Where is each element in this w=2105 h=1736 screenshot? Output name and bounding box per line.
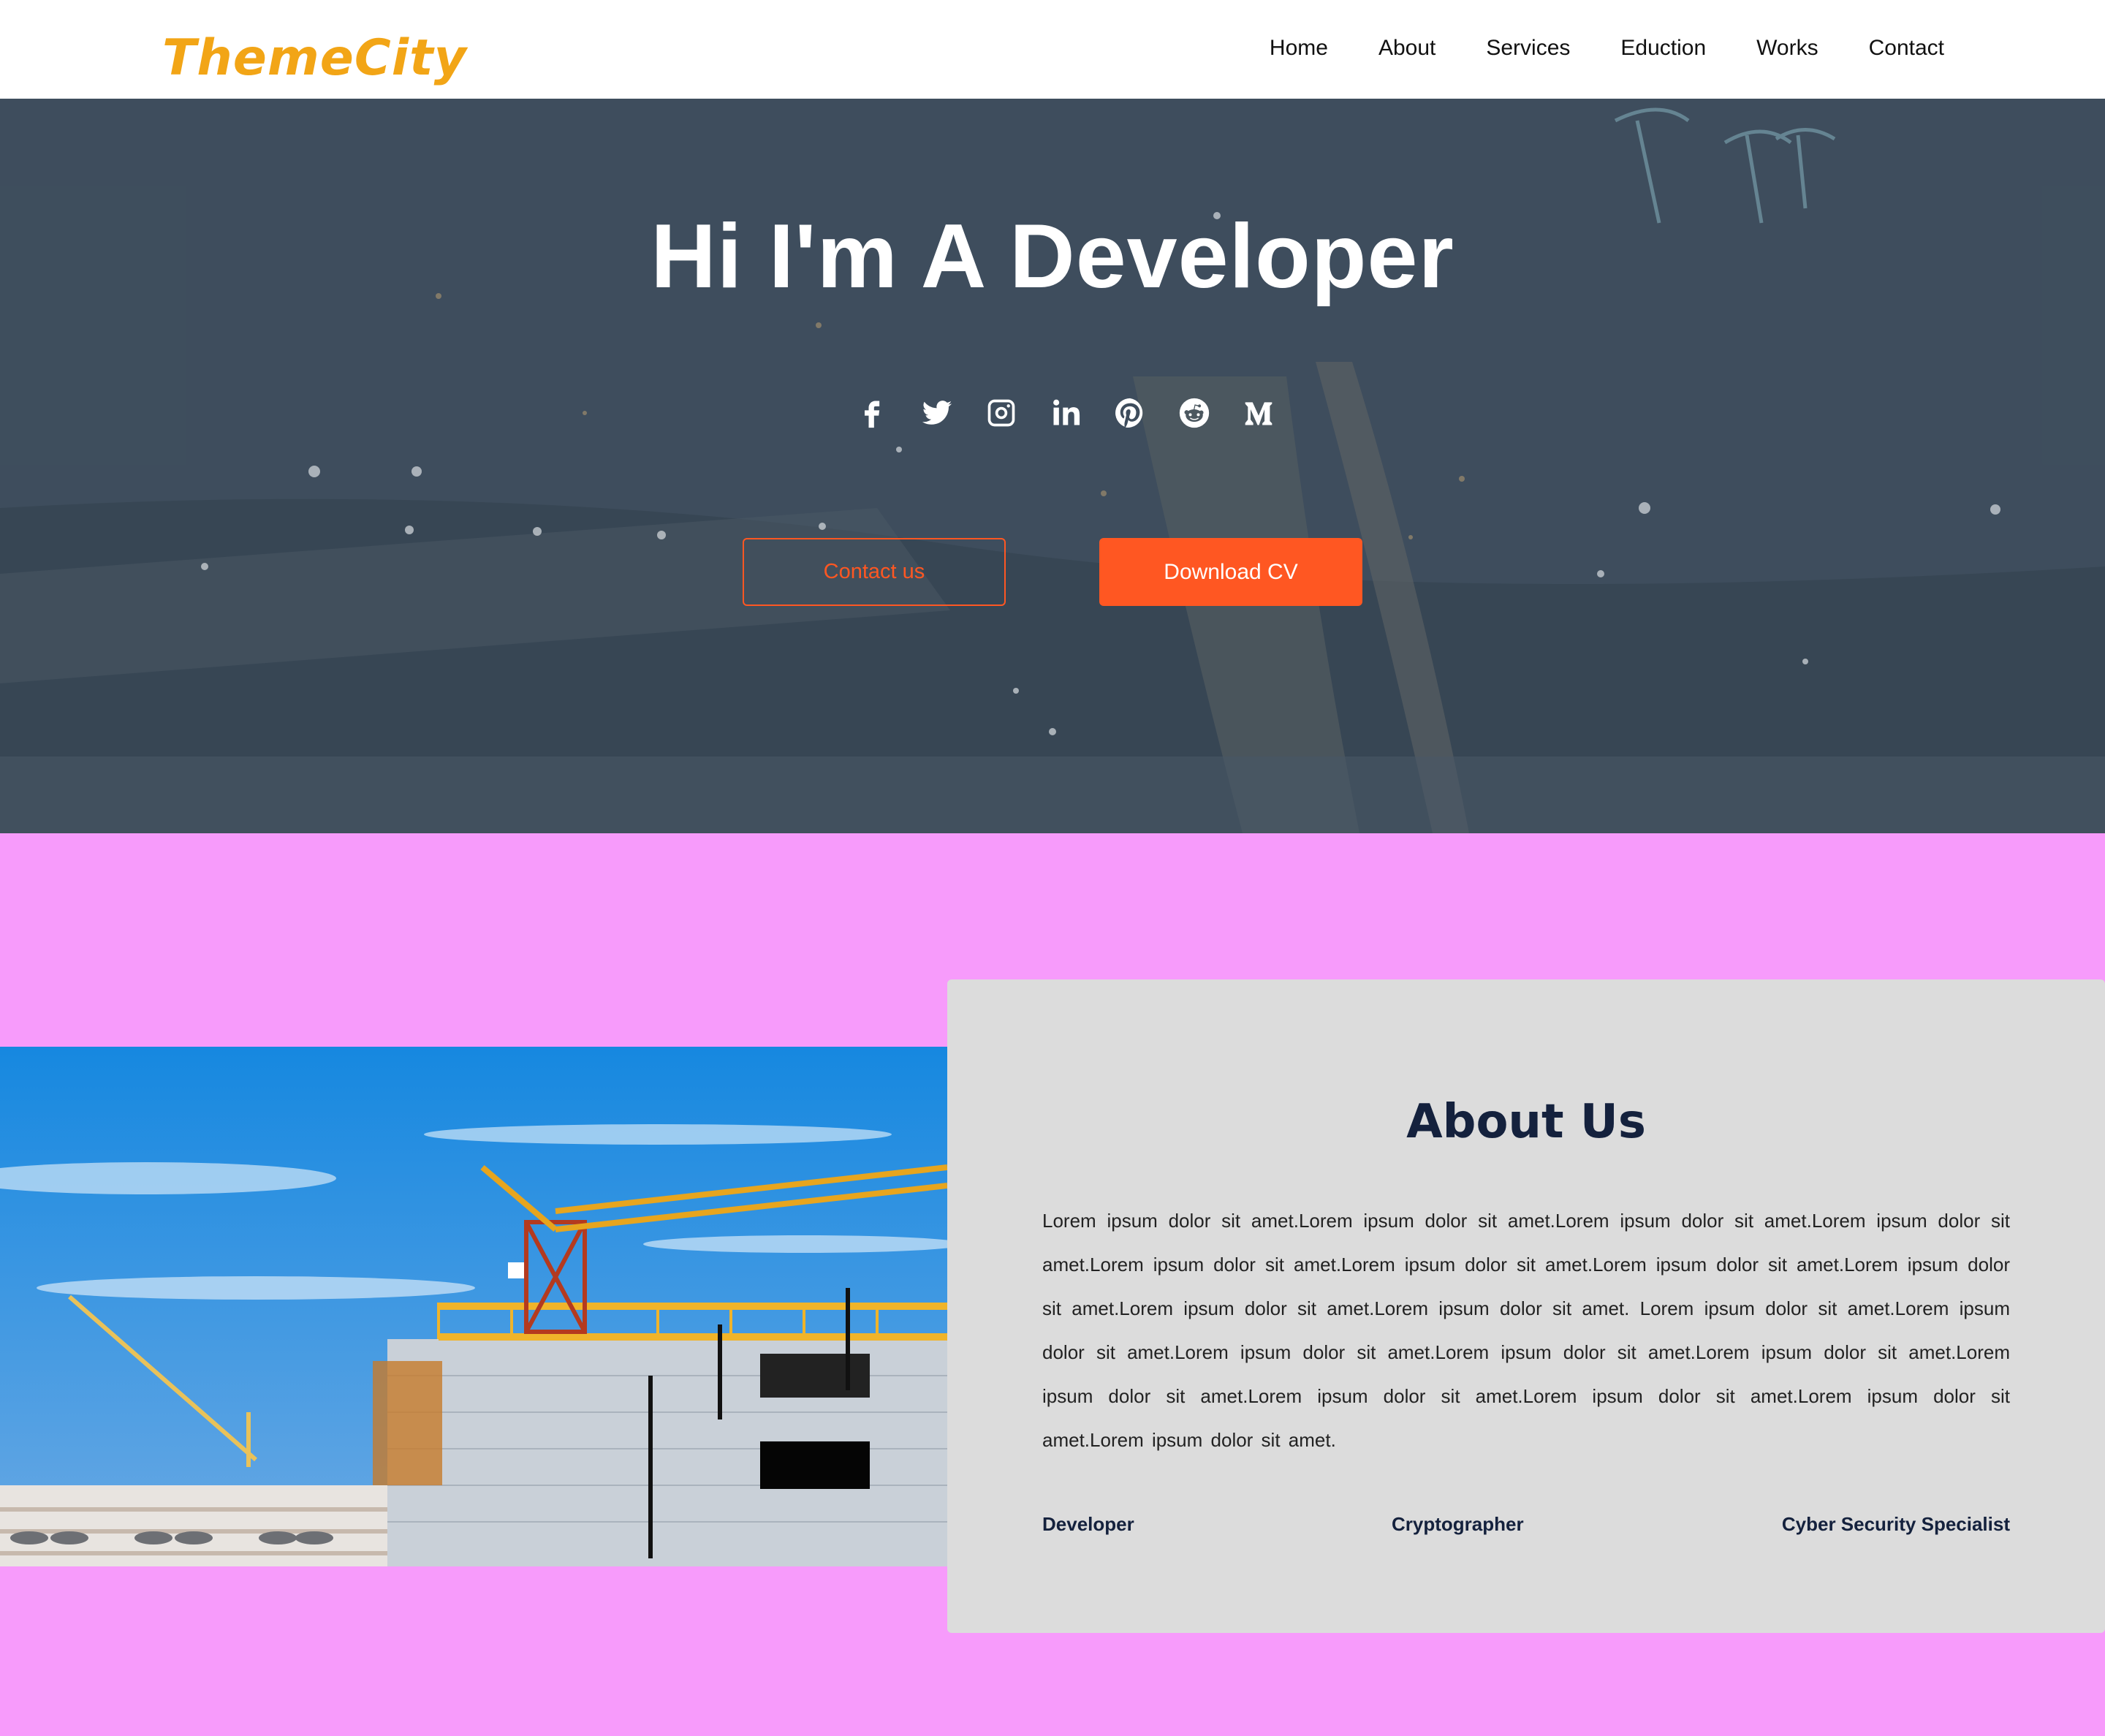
- social-links: [841, 391, 1291, 435]
- facebook-icon[interactable]: [841, 391, 905, 435]
- about-us-card: About Us Lorem ipsum dolor sit amet.Lore…: [947, 979, 2105, 1633]
- about-us-description: Lorem ipsum dolor sit amet.Lorem ipsum d…: [1042, 1210, 2010, 1451]
- nav-link-services[interactable]: Services: [1486, 34, 1570, 63]
- nav-link-contact[interactable]: Contact: [1869, 34, 1944, 63]
- nav-link-home[interactable]: Home: [1270, 34, 1328, 63]
- linkedin-icon[interactable]: [1033, 391, 1098, 435]
- nav-menu: Home About Services Eduction Works Conta…: [1219, 34, 1944, 63]
- site-logo[interactable]: ThemeCity: [162, 29, 467, 87]
- role-developer: Developer: [1042, 1513, 1134, 1535]
- hero-title: Hi I'm A Developer: [651, 206, 1454, 307]
- instagram-icon[interactable]: [969, 391, 1033, 435]
- hero-section: Hi I'm A Developer Contact us Download C…: [0, 99, 2105, 833]
- twitter-icon[interactable]: [905, 391, 969, 435]
- contact-us-button[interactable]: Contact us: [743, 538, 1006, 606]
- pinterest-icon[interactable]: [1098, 391, 1162, 435]
- navbar: ThemeCity Home About Services Eduction W…: [0, 0, 2105, 99]
- role-cyber-security-specialist: Cyber Security Specialist: [1781, 1513, 2010, 1535]
- nav-link-eduction[interactable]: Eduction: [1620, 34, 1706, 63]
- about-us-title: About Us: [1406, 1095, 1646, 1149]
- medium-icon[interactable]: [1226, 391, 1291, 435]
- reddit-icon[interactable]: [1162, 391, 1226, 435]
- nav-link-works[interactable]: Works: [1756, 34, 1818, 63]
- download-cv-button[interactable]: Download CV: [1099, 538, 1362, 606]
- role-cryptographer: Cryptographer: [1392, 1513, 1524, 1535]
- nav-link-about[interactable]: About: [1378, 34, 1435, 63]
- about-image-construction: [0, 1047, 947, 1566]
